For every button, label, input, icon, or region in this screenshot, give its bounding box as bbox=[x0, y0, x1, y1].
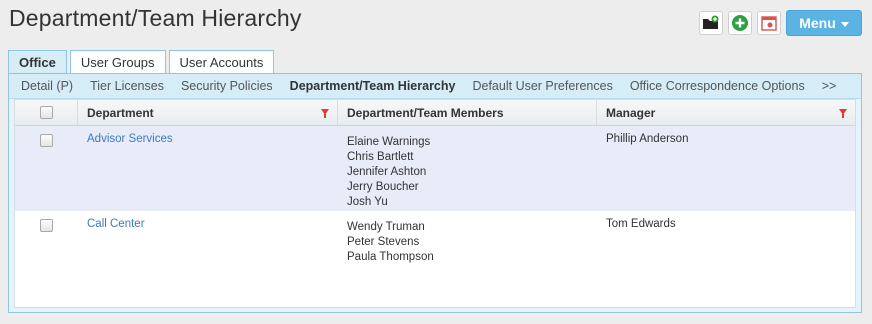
calendar-button[interactable] bbox=[757, 11, 781, 35]
row-select-cell bbox=[15, 126, 78, 211]
members-cell: Wendy Truman Peter Stevens Paula Thompso… bbox=[338, 211, 597, 265]
table-row[interactable]: Call Center Wendy Truman Peter Stevens P… bbox=[15, 211, 855, 265]
row-checkbox[interactable] bbox=[40, 219, 53, 232]
add-button[interactable] bbox=[728, 11, 752, 35]
select-all-checkbox[interactable] bbox=[39, 106, 53, 119]
column-header-manager[interactable]: Manager bbox=[597, 100, 855, 125]
member-name: Jennifer Ashton bbox=[347, 166, 427, 178]
department-link[interactable]: Advisor Services bbox=[87, 133, 173, 145]
department-link[interactable]: Call Center bbox=[87, 218, 145, 230]
department-cell: Call Center bbox=[78, 211, 338, 265]
calendar-icon bbox=[761, 16, 777, 31]
subnav: Detail (P) Tier Licenses Security Polici… bbox=[9, 74, 861, 99]
office-panel: Detail (P) Tier Licenses Security Polici… bbox=[8, 73, 862, 313]
tab-user-accounts[interactable]: User Accounts bbox=[168, 50, 275, 73]
member-name: Elaine Warnings bbox=[347, 136, 431, 148]
page-title: Department/Team Hierarchy bbox=[9, 5, 302, 31]
filter-icon[interactable] bbox=[839, 109, 847, 118]
grid-header: Department Department/Team Members Manag… bbox=[15, 100, 855, 126]
member-name: Josh Yu bbox=[347, 196, 388, 208]
row-select-cell bbox=[15, 211, 78, 265]
row-checkbox[interactable] bbox=[40, 134, 53, 147]
column-header-label: Manager bbox=[606, 105, 656, 120]
table-row[interactable]: Advisor Services Elaine Warnings Chris B… bbox=[15, 126, 855, 211]
folder-add-icon bbox=[703, 15, 719, 29]
department-cell: Advisor Services bbox=[78, 126, 338, 211]
filter-icon[interactable] bbox=[321, 109, 329, 118]
subnav-more[interactable]: >> bbox=[822, 79, 837, 93]
tab-user-groups[interactable]: User Groups bbox=[69, 50, 166, 73]
toolbar: Menu bbox=[699, 10, 862, 36]
subnav-default-user-preferences[interactable]: Default User Preferences bbox=[472, 79, 612, 93]
column-header-members[interactable]: Department/Team Members bbox=[338, 100, 597, 125]
manager-cell: Tom Edwards bbox=[606, 218, 676, 230]
members-cell: Elaine Warnings Chris Bartlett Jennifer … bbox=[338, 126, 597, 211]
member-name: Wendy Truman bbox=[347, 221, 425, 233]
subnav-office-correspondence-options[interactable]: Office Correspondence Options bbox=[630, 79, 805, 93]
add-circle-icon bbox=[732, 15, 748, 31]
subnav-tier-licenses[interactable]: Tier Licenses bbox=[90, 79, 164, 93]
column-header-label: Department bbox=[87, 105, 154, 120]
column-header-department[interactable]: Department bbox=[78, 100, 338, 125]
subnav-detail[interactable]: Detail (P) bbox=[21, 79, 73, 93]
menu-button-label: Menu bbox=[799, 15, 836, 31]
chevron-down-icon bbox=[840, 21, 849, 27]
member-name: Chris Bartlett bbox=[347, 151, 414, 163]
header-select-all bbox=[15, 100, 78, 125]
menu-button[interactable]: Menu bbox=[786, 10, 862, 36]
main-tabs: Office User Groups User Accounts bbox=[8, 50, 277, 74]
manager-cell: Phillip Anderson bbox=[606, 133, 689, 145]
member-name: Jerry Boucher bbox=[347, 181, 419, 193]
add-folder-button[interactable] bbox=[699, 11, 723, 35]
subnav-security-policies[interactable]: Security Policies bbox=[181, 79, 273, 93]
subnav-department-team-hierarchy[interactable]: Department/Team Hierarchy bbox=[290, 79, 456, 93]
column-header-label: Department/Team Members bbox=[347, 105, 504, 120]
member-name: Paula Thompson bbox=[347, 251, 434, 263]
tab-office[interactable]: Office bbox=[8, 50, 67, 74]
member-name: Peter Stevens bbox=[347, 236, 420, 248]
department-grid: Department Department/Team Members Manag… bbox=[14, 99, 856, 308]
